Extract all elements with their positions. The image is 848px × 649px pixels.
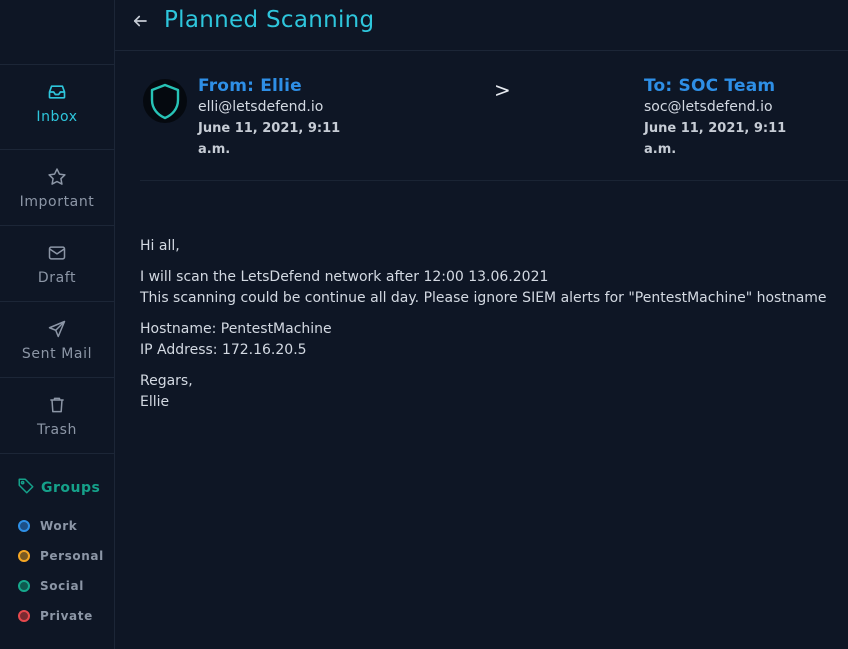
group-label: Personal [40, 549, 104, 563]
recipient-info: To: SOC Team soc@letsdefend.io June 11, … [644, 75, 794, 160]
back-arrow-icon[interactable] [131, 12, 151, 32]
email-body: Hi all, I will scan the LetsDefend netwo… [140, 236, 827, 423]
trash-icon [46, 394, 68, 416]
hostname-line: Hostname: PentestMachine [140, 321, 332, 337]
group-label: Social [40, 579, 84, 593]
message-line: This scanning could be continue all day.… [140, 290, 827, 306]
sidebar-item-inbox[interactable]: Inbox [0, 64, 114, 140]
groups-title: Groups [41, 480, 101, 496]
header: Planned Scanning [115, 0, 848, 51]
sidebar-divider [0, 453, 114, 454]
recipient-date: June 11, 2021, 9:11 a.m. [644, 121, 787, 157]
sender-info: From: Ellie elli@letsdefend.io June 11, … [198, 75, 348, 160]
sidebar-item-label: Important [19, 193, 95, 210]
work-dot-icon [18, 520, 30, 532]
send-icon [46, 318, 68, 340]
sender-email: elli@letsdefend.io [198, 99, 324, 115]
tag-icon [17, 477, 35, 499]
signature: Ellie [140, 394, 170, 410]
header-divider [140, 180, 848, 181]
sidebar-item-trash[interactable]: Trash [0, 377, 114, 453]
mail-icon [46, 242, 68, 264]
sidebar-item-label: Draft [37, 269, 77, 286]
signoff: Regars, Ellie [140, 371, 827, 413]
personal-dot-icon [18, 550, 30, 562]
ip-line: IP Address: 172.16.20.5 [140, 342, 307, 358]
message-paragraph: I will scan the LetsDefend network after… [140, 267, 827, 309]
private-dot-icon [18, 610, 30, 622]
message-line: I will scan the LetsDefend network after… [140, 269, 549, 285]
group-label: Private [40, 609, 93, 623]
sidebar-item-draft[interactable]: Draft [0, 225, 114, 301]
group-label: Work [40, 519, 78, 533]
groups-heading: Groups [17, 477, 100, 499]
group-item-work[interactable]: Work [18, 519, 77, 533]
sidebar-item-label: Inbox [36, 108, 78, 125]
direction-arrow: > [494, 78, 511, 102]
sidebar: Inbox Important Draft Sent Mail Trash Gr… [0, 0, 115, 649]
sidebar-item-important[interactable]: Important [0, 149, 114, 225]
sidebar-item-label: Trash [37, 421, 77, 438]
avatar [143, 79, 187, 123]
sender-date: June 11, 2021, 9:11 a.m. [198, 121, 341, 157]
sender-name: From: Ellie [198, 76, 302, 96]
group-item-private[interactable]: Private [18, 609, 93, 623]
page-title: Planned Scanning [164, 7, 375, 33]
recipient-name: To: SOC Team [644, 76, 776, 96]
recipient-email: soc@letsdefend.io [644, 99, 773, 115]
sidebar-item-sent-mail[interactable]: Sent Mail [0, 301, 114, 377]
greeting: Hi all, [140, 238, 180, 254]
closing-line: Regars, [140, 373, 193, 389]
inbox-icon [46, 81, 68, 103]
shield-icon [150, 83, 180, 120]
star-icon [46, 166, 68, 188]
host-details: Hostname: PentestMachine IP Address: 172… [140, 319, 827, 361]
group-item-social[interactable]: Social [18, 579, 84, 593]
group-item-personal[interactable]: Personal [18, 549, 104, 563]
social-dot-icon [18, 580, 30, 592]
sidebar-item-label: Sent Mail [21, 345, 93, 362]
